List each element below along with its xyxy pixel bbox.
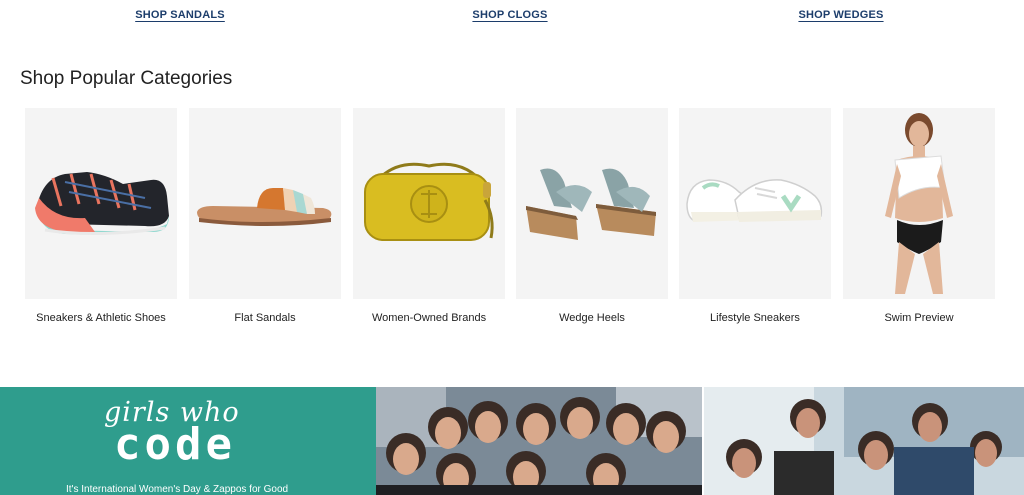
- shop-links-bar: SHOP SANDALS SHOP CLOGS SHOP WEDGES: [0, 0, 1024, 30]
- category-label: Swim Preview: [884, 312, 954, 324]
- category-tile-lifestyle-sneakers[interactable]: Lifestyle Sneakers: [679, 108, 831, 333]
- wedge-sandal-icon: [526, 168, 656, 240]
- section-title: Shop Popular Categories: [20, 68, 233, 89]
- category-tile-wedge-heels[interactable]: Wedge Heels: [516, 108, 668, 333]
- girls-who-code-panel: girls who code It's International Women'…: [0, 387, 376, 495]
- category-tile-women-owned[interactable]: Women-Owned Brands: [353, 108, 505, 333]
- category-grid: Sneakers & Athletic Shoes Flat Sandals W…: [25, 108, 1015, 338]
- category-label: Sneakers & Athletic Shoes: [36, 312, 166, 324]
- category-label: Flat Sandals: [234, 312, 296, 324]
- category-label: Lifestyle Sneakers: [710, 312, 800, 324]
- logo-code-text: code: [114, 419, 236, 470]
- swimsuit-model-icon: [885, 113, 953, 294]
- classroom-photo: [704, 387, 1024, 495]
- running-shoe-icon: [35, 172, 169, 236]
- group-photo: [376, 387, 702, 495]
- category-image: [843, 108, 995, 299]
- girls-who-code-banner[interactable]: girls who code It's International Women'…: [0, 387, 1024, 495]
- category-tile-swim-preview[interactable]: Swim Preview: [843, 108, 995, 333]
- handbag-icon: [364, 162, 494, 241]
- category-image: [353, 108, 505, 299]
- slide-sandal-icon: [197, 188, 332, 226]
- shop-clogs-link[interactable]: SHOP CLOGS: [472, 9, 547, 21]
- category-tile-sneakers[interactable]: Sneakers & Athletic Shoes: [25, 108, 177, 333]
- category-image: [679, 108, 831, 299]
- category-image: [189, 108, 341, 299]
- category-label: Wedge Heels: [559, 312, 625, 324]
- category-label: Women-Owned Brands: [371, 312, 487, 324]
- category-image: [25, 108, 177, 299]
- category-tile-flat-sandals[interactable]: Flat Sandals: [189, 108, 341, 333]
- category-image: [516, 108, 668, 299]
- banner-subtitle: It's International Women's Day & Zappos …: [66, 484, 289, 495]
- shop-wedges-link[interactable]: SHOP WEDGES: [798, 9, 883, 21]
- white-sneaker-icon: [686, 179, 823, 222]
- shop-sandals-link[interactable]: SHOP SANDALS: [135, 9, 225, 21]
